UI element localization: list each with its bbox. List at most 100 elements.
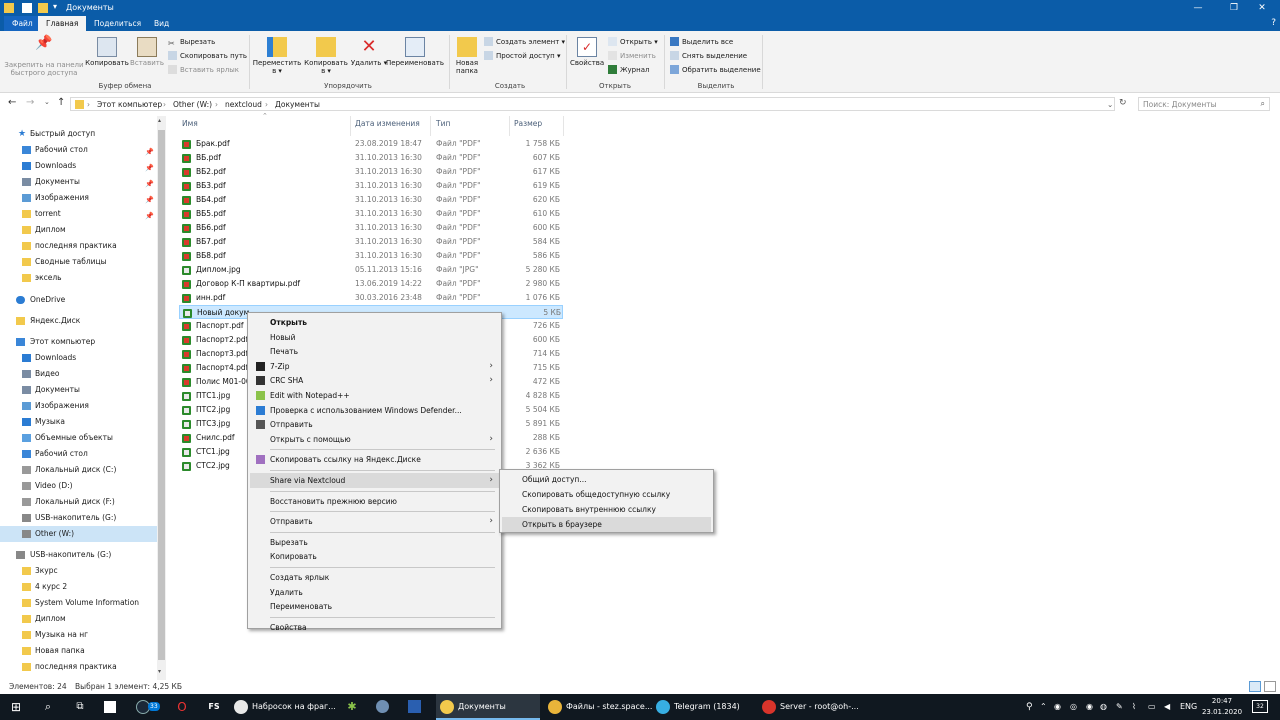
history-button[interactable]: Журнал bbox=[608, 64, 649, 76]
tray-chevron-icon[interactable]: ⌃ bbox=[1040, 694, 1047, 720]
menu-item[interactable]: Новый bbox=[250, 330, 499, 345]
quick-access-dropdown-icon[interactable]: ▾ bbox=[53, 2, 57, 11]
taskbar-app[interactable]: Файлы - stez.space... bbox=[544, 694, 652, 720]
nav-item[interactable]: Локальный диск (C:) bbox=[0, 462, 158, 478]
nav-item[interactable]: Музыка bbox=[0, 414, 158, 430]
properties-button[interactable]: ✓ Свойства bbox=[570, 37, 604, 67]
nav-item[interactable]: torrent 📌 bbox=[0, 206, 158, 222]
move-to-button[interactable]: Переместить в ▾ bbox=[252, 37, 302, 75]
powershell-icon[interactable] bbox=[408, 694, 428, 720]
nav-item[interactable]: Музыка на нг bbox=[0, 627, 158, 643]
nav-item[interactable]: Новая папка bbox=[0, 643, 158, 659]
file-row[interactable]: Брак.pdf 23.08.2019 18:47 Файл "PDF" 1 758 … bbox=[179, 137, 563, 151]
tab-home[interactable]: Главная bbox=[38, 16, 87, 31]
nav-item[interactable]: эксель bbox=[0, 270, 158, 286]
copy-to-button[interactable]: Копировать в ▾ bbox=[302, 37, 350, 75]
copy-path-button[interactable]: Скопировать путь bbox=[168, 50, 247, 62]
tray-app-icon[interactable]: ◉ bbox=[1086, 694, 1093, 720]
column-divider[interactable] bbox=[430, 116, 431, 136]
notifications-icon[interactable]: 32 bbox=[1252, 700, 1268, 713]
nav-item[interactable]: Сводные таблицы bbox=[0, 254, 158, 270]
menu-item[interactable]: Отправить bbox=[250, 417, 499, 432]
large-icons-view-icon[interactable] bbox=[1264, 681, 1276, 692]
copy-button[interactable]: Копировать bbox=[84, 37, 130, 67]
nav-item[interactable]: 4 курс 2 bbox=[0, 579, 158, 595]
select-none-button[interactable]: Снять выделение bbox=[670, 50, 747, 62]
up-arrow-icon[interactable]: ↑ bbox=[57, 97, 65, 108]
address-bar[interactable]: › Этот компьютер › Other (W:) › nextclou… bbox=[70, 97, 1115, 111]
nav-usb-root[interactable]: USB-накопитель (G:) bbox=[0, 547, 158, 563]
nav-item[interactable]: Изображения bbox=[0, 398, 158, 414]
scroll-up-icon[interactable]: ▴ bbox=[158, 117, 161, 124]
edit-button[interactable]: Изменить bbox=[608, 50, 656, 62]
nav-item[interactable]: Video (D:) bbox=[0, 478, 158, 494]
details-view-icon[interactable] bbox=[1249, 681, 1261, 692]
nav-quick-access[interactable]: ★ Быстрый доступ bbox=[0, 126, 158, 142]
nav-yandex-disk[interactable]: Яндекс.Диск bbox=[0, 313, 158, 329]
menu-item[interactable]: Печать bbox=[250, 344, 499, 359]
easy-access-button[interactable]: Простой доступ ▾ bbox=[484, 50, 560, 62]
menu-item[interactable]: Копировать bbox=[250, 549, 499, 564]
column-type[interactable]: Тип bbox=[436, 119, 450, 132]
paste-button[interactable]: Вставить bbox=[130, 37, 164, 67]
breadcrumb-drive[interactable]: Other (W:) bbox=[173, 100, 212, 109]
steam-icon[interactable]: 33 bbox=[136, 694, 162, 720]
menu-item[interactable]: Переименовать bbox=[250, 599, 499, 614]
select-all-button[interactable]: Выделить все bbox=[670, 36, 733, 48]
nav-item[interactable]: последняя практика bbox=[0, 238, 158, 254]
tray-app-icon[interactable]: ✎ bbox=[1116, 694, 1123, 720]
nav-item[interactable]: USB-накопитель (G:) bbox=[0, 510, 158, 526]
breadcrumb-documents[interactable]: Документы bbox=[275, 100, 320, 109]
tab-share[interactable]: Поделиться bbox=[86, 16, 149, 31]
recent-dropdown-icon[interactable]: ⌄ bbox=[44, 98, 50, 106]
address-dropdown-icon[interactable]: ⌄ bbox=[1107, 100, 1113, 109]
nav-item[interactable]: Изображения 📌 bbox=[0, 190, 158, 206]
delete-button[interactable]: ✕ Удалить ▾ bbox=[350, 37, 388, 68]
opera-icon[interactable]: O bbox=[172, 694, 192, 720]
nav-item[interactable]: Документы bbox=[0, 382, 158, 398]
column-date[interactable]: Дата изменения bbox=[355, 119, 420, 132]
nav-item[interactable]: Downloads bbox=[0, 350, 158, 366]
store-icon[interactable] bbox=[104, 694, 124, 720]
submenu-item[interactable]: Общий доступ... bbox=[502, 472, 711, 487]
new-folder-quick-icon[interactable] bbox=[38, 3, 48, 13]
bug-app-icon[interactable]: ✱ bbox=[342, 694, 362, 720]
forward-arrow-icon[interactable]: → bbox=[26, 97, 34, 108]
file-row[interactable]: ВБ2.pdf 31.10.2013 16:30 Файл "PDF" 617 КБ bbox=[179, 165, 563, 179]
submenu-item[interactable]: Открыть в браузере bbox=[502, 517, 711, 532]
wifi-icon[interactable]: ⌇ bbox=[1132, 694, 1136, 720]
paste-shortcut-button[interactable]: Вставить ярлык bbox=[168, 64, 239, 76]
minimize-button[interactable]: — bbox=[1180, 0, 1216, 16]
breadcrumb-chevron-icon[interactable]: › bbox=[163, 100, 166, 109]
nav-scrollbar-thumb[interactable] bbox=[158, 130, 165, 660]
nav-this-pc[interactable]: Этот компьютер bbox=[0, 334, 158, 350]
new-folder-button[interactable]: Новая папка bbox=[452, 37, 482, 75]
column-divider[interactable] bbox=[350, 116, 351, 136]
tray-app-icon[interactable]: ◎ bbox=[1070, 694, 1077, 720]
taskbar-app[interactable]: Server - root@oh-... bbox=[758, 694, 862, 720]
taskbar-app[interactable]: Набросок на фраг... bbox=[230, 694, 336, 720]
menu-item[interactable]: Share via Nextcloud › bbox=[250, 473, 499, 488]
file-row[interactable]: ВБ8.pdf 31.10.2013 16:30 Файл "PDF" 586 КБ bbox=[179, 249, 563, 263]
menu-item[interactable]: Отправить › bbox=[250, 514, 499, 529]
taskbar-app[interactable]: Telegram (1834) bbox=[652, 694, 756, 720]
menu-item[interactable]: Вырезать bbox=[250, 535, 499, 550]
nav-item[interactable]: Документы 📌 bbox=[0, 174, 158, 190]
file-row[interactable]: ВБ7.pdf 31.10.2013 16:30 Файл "PDF" 584 КБ bbox=[179, 235, 563, 249]
menu-item[interactable]: Создать ярлык bbox=[250, 570, 499, 585]
nav-item[interactable]: Рабочий стол 📌 bbox=[0, 142, 158, 158]
nav-item[interactable]: Объемные объекты bbox=[0, 430, 158, 446]
tray-app-icon[interactable]: ◉ bbox=[1054, 694, 1061, 720]
file-row[interactable]: Диплом.jpg 05.11.2013 15:16 Файл "JPG" 5 28… bbox=[179, 263, 563, 277]
nav-item[interactable]: 3курс bbox=[0, 563, 158, 579]
nav-onedrive[interactable]: OneDrive bbox=[0, 292, 158, 308]
file-row[interactable]: инн.pdf 30.03.2016 23:48 Файл "PDF" 1 076 К… bbox=[179, 291, 563, 305]
close-button[interactable]: ✕ bbox=[1244, 0, 1280, 16]
back-arrow-icon[interactable]: ← bbox=[8, 97, 16, 108]
column-divider[interactable] bbox=[563, 116, 564, 136]
invert-selection-button[interactable]: Обратить выделение bbox=[670, 64, 761, 76]
column-divider[interactable] bbox=[509, 116, 510, 136]
windows-start-icon[interactable]: ⊞ bbox=[0, 694, 32, 720]
rename-button[interactable]: Переименовать bbox=[386, 37, 444, 67]
breadcrumb-nextcloud[interactable]: nextcloud bbox=[225, 100, 262, 109]
